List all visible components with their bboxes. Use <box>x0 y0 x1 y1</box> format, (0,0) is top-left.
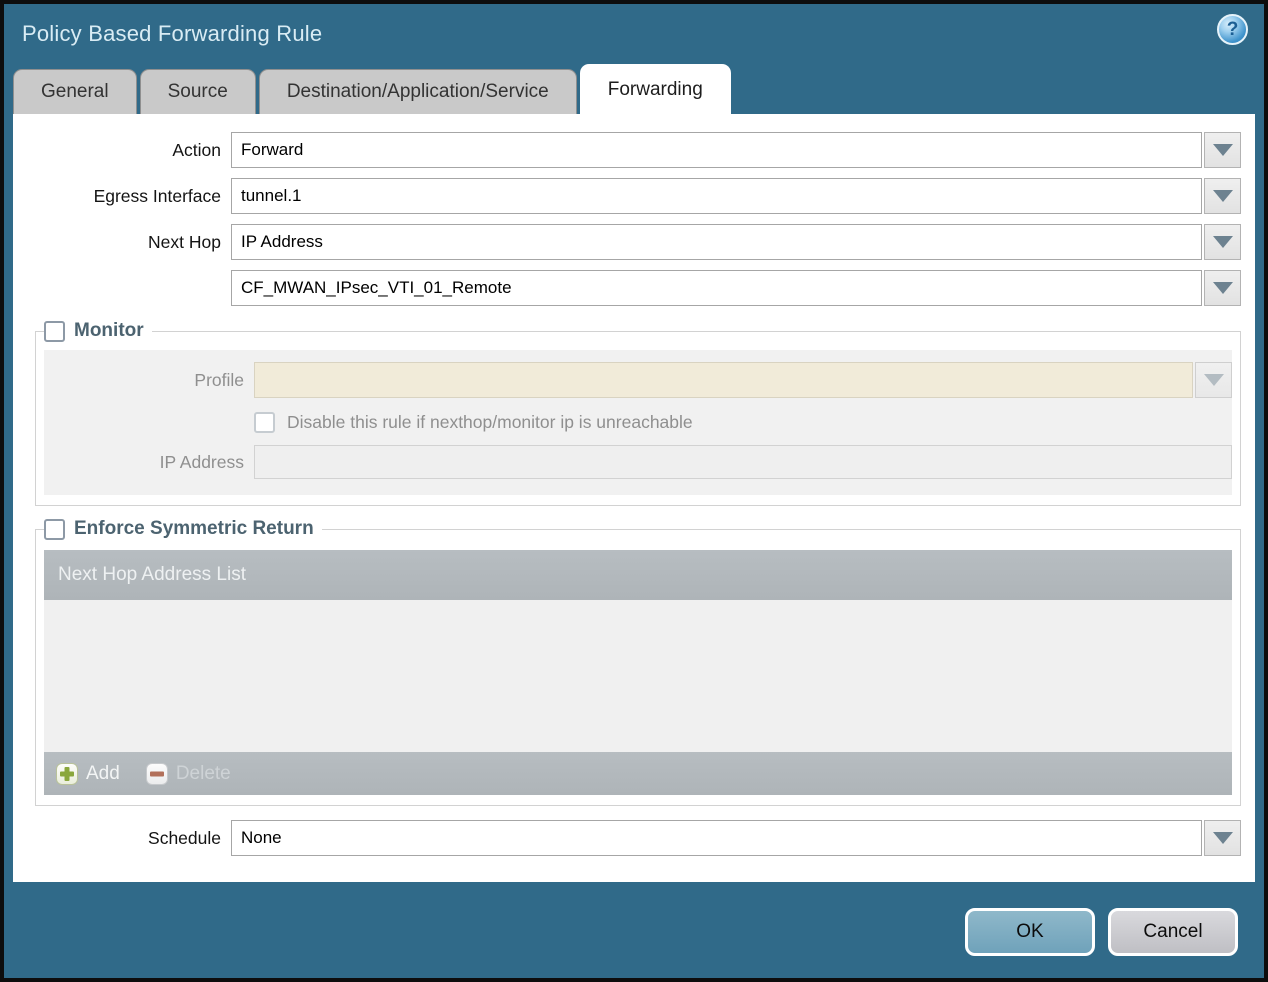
egress-interface-dropdown-button[interactable] <box>1204 178 1241 214</box>
profile-input[interactable] <box>254 362 1193 398</box>
enforce-symmetric-return-section: Enforce Symmetric Return Next Hop Addres… <box>35 518 1241 806</box>
chevron-down-icon <box>1212 190 1233 202</box>
schedule-input[interactable] <box>231 820 1202 856</box>
action-label: Action <box>172 139 221 160</box>
profile-row: Profile <box>44 362 1232 398</box>
monitor-ip-address-label: IP Address <box>159 451 244 472</box>
profile-combo <box>254 362 1232 398</box>
dialog-title: Policy Based Forwarding Rule <box>22 21 323 46</box>
cancel-button[interactable]: Cancel <box>1108 908 1238 956</box>
disable-rule-label: Disable this rule if nexthop/monitor ip … <box>287 412 693 432</box>
schedule-row: Schedule <box>21 820 1241 856</box>
ok-button[interactable]: OK <box>965 908 1095 956</box>
chevron-down-icon <box>1212 144 1233 156</box>
monitor-body: Profile Disable this rule if nexthop/mon… <box>44 350 1232 495</box>
action-combo <box>231 132 1241 168</box>
help-icon[interactable]: ? <box>1217 14 1248 45</box>
minus-icon <box>145 762 168 785</box>
next-hop-address-dropdown-button[interactable] <box>1204 270 1241 306</box>
next-hop-address-list-toolbar: Add Delete <box>44 752 1232 795</box>
symmetric-return-legend-label: Enforce Symmetric Return <box>74 518 314 539</box>
delete-button-label: Delete <box>175 762 231 784</box>
monitor-section: Monitor Profile Disable this rule if nex… <box>35 320 1241 506</box>
action-dropdown-button[interactable] <box>1204 132 1241 168</box>
egress-interface-input[interactable] <box>231 178 1202 214</box>
schedule-label: Schedule <box>148 827 221 848</box>
tab-general[interactable]: General <box>13 69 137 114</box>
tab-bar: General Source Destination/Application/S… <box>4 64 1264 114</box>
action-row: Action <box>21 132 1241 168</box>
next-hop-label: Next Hop <box>148 231 221 252</box>
next-hop-address-input[interactable] <box>231 270 1202 306</box>
tab-source[interactable]: Source <box>139 69 256 114</box>
enforce-symmetric-return-checkbox[interactable] <box>44 518 65 540</box>
dialog-footer: OK Cancel <box>965 908 1238 956</box>
monitor-checkbox[interactable] <box>44 320 65 342</box>
egress-interface-label: Egress Interface <box>93 185 221 206</box>
monitor-ip-address-input[interactable] <box>254 445 1232 479</box>
action-input[interactable] <box>231 132 1202 168</box>
delete-button[interactable]: Delete <box>145 762 231 785</box>
symmetric-return-legend-row: Enforce Symmetric Return <box>44 518 322 540</box>
monitor-ip-address-row: IP Address <box>44 445 1232 479</box>
monitor-legend-row: Monitor <box>44 320 152 342</box>
next-hop-row: Next Hop <box>21 224 1241 260</box>
forwarding-tab-panel: Action Egress Interface Next Hop <box>13 114 1255 882</box>
next-hop-type-combo <box>231 224 1241 260</box>
monitor-legend-label: Monitor <box>74 320 144 341</box>
next-hop-address-combo <box>231 270 1241 306</box>
chevron-down-icon <box>1212 236 1233 248</box>
disable-rule-row: Disable this rule if nexthop/monitor ip … <box>254 412 1232 433</box>
egress-interface-row: Egress Interface <box>21 178 1241 214</box>
next-hop-type-input[interactable] <box>231 224 1202 260</box>
chevron-down-icon <box>1212 282 1233 294</box>
chevron-down-icon <box>1212 832 1233 844</box>
next-hop-address-row <box>21 270 1241 306</box>
next-hop-address-list-body <box>44 600 1232 752</box>
next-hop-address-list-table: Next Hop Address List Add Delete <box>44 550 1232 795</box>
egress-interface-combo <box>231 178 1241 214</box>
next-hop-type-dropdown-button[interactable] <box>1204 224 1241 260</box>
next-hop-address-list-header: Next Hop Address List <box>44 550 1232 600</box>
add-button[interactable]: Add <box>56 762 120 785</box>
schedule-dropdown-button[interactable] <box>1204 820 1241 856</box>
titlebar: Policy Based Forwarding Rule ? <box>4 4 1264 64</box>
disable-rule-checkbox[interactable] <box>254 412 275 433</box>
tab-forwarding[interactable]: Forwarding <box>579 64 731 114</box>
profile-label: Profile <box>194 369 244 390</box>
schedule-combo <box>231 820 1241 856</box>
profile-dropdown-button[interactable] <box>1195 362 1232 398</box>
plus-icon <box>56 762 78 785</box>
chevron-down-icon <box>1203 374 1224 386</box>
tab-destination-application-service[interactable]: Destination/Application/Service <box>258 69 577 114</box>
add-button-label: Add <box>86 762 120 784</box>
policy-based-forwarding-dialog: Policy Based Forwarding Rule ? General S… <box>0 0 1268 982</box>
